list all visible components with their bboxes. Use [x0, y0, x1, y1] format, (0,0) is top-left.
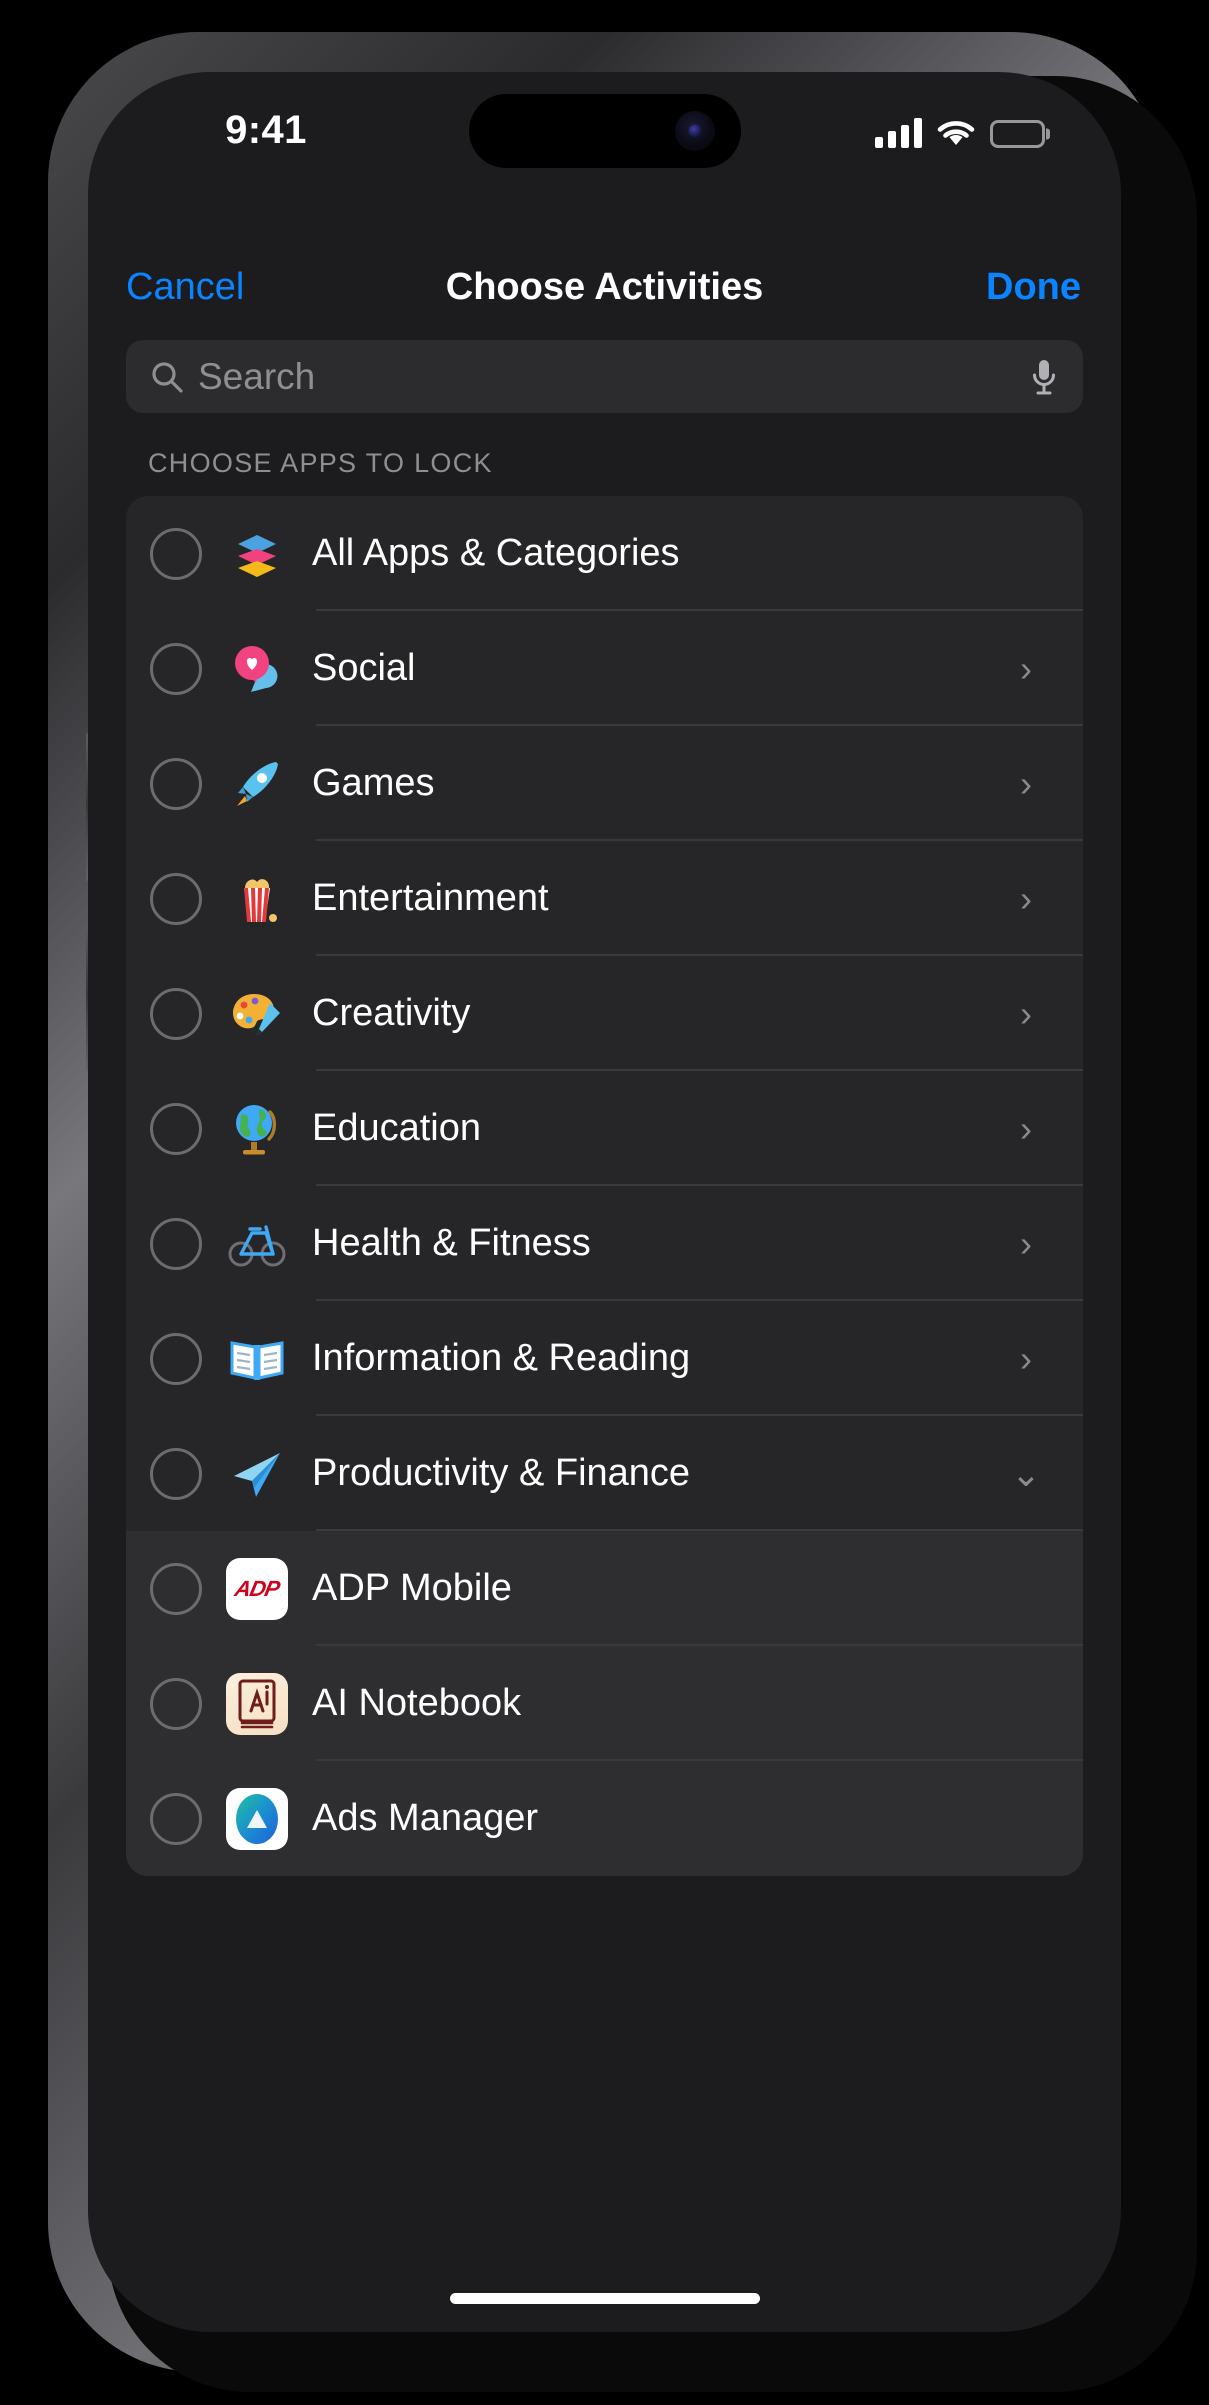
- row-checkbox[interactable]: [150, 527, 202, 580]
- row-checkbox[interactable]: [150, 1792, 202, 1845]
- navigation-bar: Cancel Choose Activities Done: [88, 247, 1121, 327]
- list-item[interactable]: Entertainment ›: [126, 841, 1083, 956]
- chevron-right-icon: ›: [1020, 1222, 1032, 1264]
- list-item[interactable]: Productivity & Finance ⌄: [126, 1416, 1083, 1531]
- open-book-icon: [226, 1328, 288, 1390]
- row-checkbox[interactable]: [150, 642, 202, 695]
- home-indicator[interactable]: [449, 2293, 760, 2304]
- dynamic-island: [468, 94, 741, 168]
- list-item-label: Entertainment: [312, 877, 549, 919]
- screenshot-root: 9:41 Cancel Choose Activities Done Searc…: [0, 0, 1209, 2405]
- chat-heart-icon: [226, 638, 288, 700]
- list-item-label: Information & Reading: [312, 1337, 691, 1379]
- palette-icon: [226, 983, 288, 1045]
- list-item[interactable]: All Apps & Categories: [126, 496, 1083, 611]
- status-bar-indicators: [875, 112, 1045, 148]
- row-checkbox[interactable]: [150, 1217, 202, 1270]
- list-item[interactable]: ADP ADP Mobile: [126, 1531, 1083, 1646]
- list-item-label: Health & Fitness: [312, 1222, 591, 1264]
- list-item[interactable]: Ads Manager: [126, 1761, 1083, 1876]
- row-checkbox[interactable]: [150, 1677, 202, 1730]
- rocket-icon: [226, 753, 288, 815]
- popcorn-icon: [226, 868, 288, 930]
- row-checkbox[interactable]: [150, 1102, 202, 1155]
- list-item-label: All Apps & Categories: [312, 532, 680, 574]
- list-item-label: Productivity & Finance: [312, 1452, 691, 1494]
- row-checkbox[interactable]: [150, 757, 202, 810]
- search-icon: [150, 360, 184, 394]
- phone-screen: 9:41 Cancel Choose Activities Done Searc…: [88, 72, 1121, 2332]
- list-item[interactable]: Social ›: [126, 611, 1083, 726]
- globe-icon: [226, 1098, 288, 1160]
- adp-mobile-app-icon: ADP: [226, 1557, 288, 1620]
- search-bar[interactable]: [126, 340, 1083, 413]
- chevron-right-icon: ›: [1020, 1107, 1032, 1149]
- list-item[interactable]: AI Notebook: [126, 1646, 1083, 1761]
- cellular-signal-icon: [875, 118, 922, 148]
- list-item-label: Social: [312, 647, 416, 689]
- wifi-icon: [936, 118, 976, 148]
- chevron-right-icon: ›: [1020, 762, 1032, 804]
- list-item-label: Education: [312, 1107, 482, 1149]
- row-checkbox[interactable]: [150, 1332, 202, 1385]
- status-bar: 9:41: [88, 72, 1121, 194]
- chevron-right-icon: ›: [1020, 992, 1032, 1034]
- list-item[interactable]: Education ›: [126, 1071, 1083, 1186]
- list-item-label: Ads Manager: [312, 1797, 539, 1839]
- cancel-button[interactable]: Cancel: [126, 266, 244, 309]
- list-item[interactable]: Games ›: [126, 726, 1083, 841]
- stacked-layers-icon: [226, 523, 288, 585]
- status-bar-time: 9:41: [225, 108, 307, 152]
- front-camera-icon: [674, 111, 715, 151]
- bicycle-icon: [226, 1213, 288, 1275]
- row-checkbox[interactable]: [150, 872, 202, 925]
- battery-full-icon: [990, 120, 1045, 148]
- list-item-label: AI Notebook: [312, 1682, 522, 1724]
- chevron-right-icon: ›: [1020, 877, 1032, 919]
- activities-list: All Apps & Categories Social › Games › E…: [126, 496, 1083, 1876]
- ads-manager-app-icon: [226, 1787, 288, 1850]
- list-item-label: Games: [312, 762, 435, 804]
- section-header: CHOOSE APPS TO LOCK: [148, 448, 493, 478]
- list-item[interactable]: Information & Reading ›: [126, 1301, 1083, 1416]
- row-checkbox[interactable]: [150, 1447, 202, 1500]
- row-checkbox[interactable]: [150, 987, 202, 1040]
- list-item-label: Creativity: [312, 992, 471, 1034]
- chevron-down-icon: ⌄: [1010, 1452, 1042, 1494]
- list-item[interactable]: Creativity ›: [126, 956, 1083, 1071]
- chevron-right-icon: ›: [1020, 1337, 1032, 1379]
- chevron-right-icon: ›: [1020, 647, 1032, 689]
- list-item[interactable]: Health & Fitness ›: [126, 1186, 1083, 1301]
- search-input[interactable]: [198, 355, 1029, 398]
- done-button[interactable]: Done: [986, 266, 1081, 309]
- microphone-icon[interactable]: [1029, 357, 1059, 397]
- ai-notebook-app-icon: [226, 1672, 288, 1735]
- row-checkbox[interactable]: [150, 1562, 202, 1615]
- paper-plane-icon: [226, 1443, 288, 1505]
- list-item-label: ADP Mobile: [312, 1567, 512, 1609]
